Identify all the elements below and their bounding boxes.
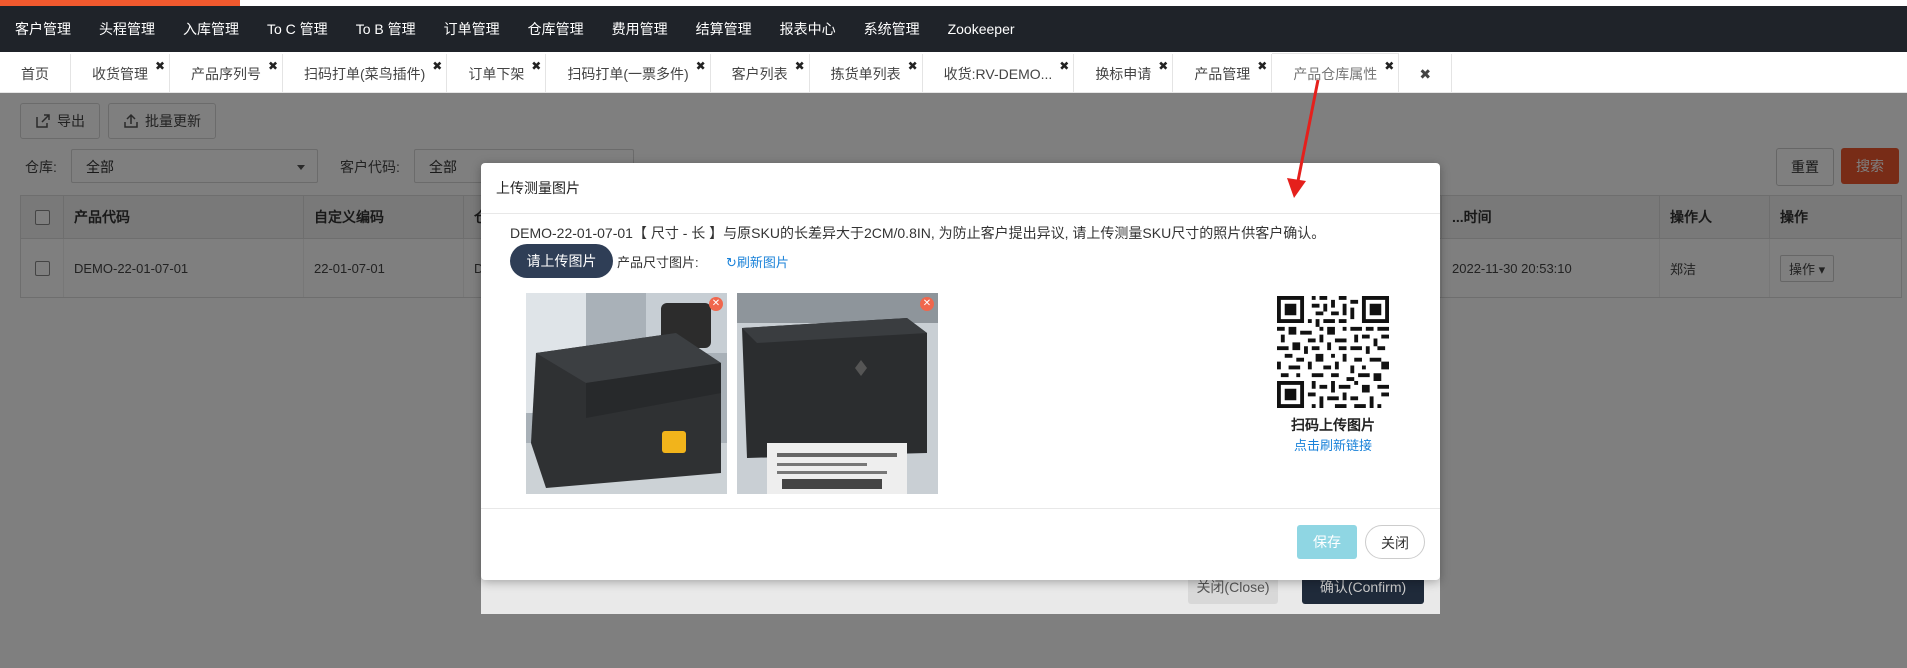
tab-label: 换标申请 xyxy=(1095,66,1152,82)
nav-item-headhaul[interactable]: 头程管理 xyxy=(85,19,169,39)
close-all-tabs-button[interactable]: ✖ xyxy=(1399,54,1453,92)
tab-label: 扫码打单(一票多件) xyxy=(567,66,689,82)
printer-photo-image xyxy=(526,293,727,494)
tab-close-icon[interactable]: ✖ xyxy=(1059,46,1069,86)
tab-scan-print-multi[interactable]: 扫码打单(一票多件) ✖ xyxy=(546,54,711,92)
top-navigation: 客户管理 头程管理 入库管理 To C 管理 To B 管理 订单管理 仓库管理… xyxy=(0,6,1907,52)
tab-label: 客户列表 xyxy=(731,66,788,82)
nav-item-system[interactable]: 系统管理 xyxy=(850,19,934,39)
save-button[interactable]: 保存 xyxy=(1297,525,1357,559)
nav-item-warehouse[interactable]: 仓库管理 xyxy=(514,19,598,39)
nav-item-zookeeper[interactable]: Zookeeper xyxy=(934,21,1029,37)
tab-label: 收货管理 xyxy=(92,66,148,82)
nav-item-orders[interactable]: 订单管理 xyxy=(430,19,514,39)
measurement-photo-1[interactable]: ✕ xyxy=(526,293,727,494)
refresh-icon: ↻ xyxy=(726,255,737,270)
nav-item-customer[interactable]: 客户管理 xyxy=(0,19,85,39)
upload-measurement-dialog: 上传测量图片 DEMO-22-01-07-01【 尺寸 - 长 】与原SKU的长… xyxy=(481,163,1440,580)
nav-item-reports[interactable]: 报表中心 xyxy=(766,19,850,39)
delete-photo-icon[interactable]: ✕ xyxy=(920,297,934,311)
tab-customer-list[interactable]: 客户列表 ✖ xyxy=(711,54,810,92)
tab-close-icon[interactable]: ✖ xyxy=(155,46,165,86)
nav-item-inbound[interactable]: 入库管理 xyxy=(169,19,253,39)
printer-photo-image xyxy=(737,293,938,494)
close-button[interactable]: 关闭 xyxy=(1365,525,1425,559)
nav-item-settlement[interactable]: 结算管理 xyxy=(682,19,766,39)
red-arrow-annotation xyxy=(1287,79,1320,198)
nav-item-fees[interactable]: 费用管理 xyxy=(598,19,682,39)
tab-order-picking[interactable]: 订单下架 ✖ xyxy=(447,54,547,92)
tab-pick-list[interactable]: 拣货单列表 ✖ xyxy=(810,54,923,92)
upload-image-button[interactable]: 请上传图片 xyxy=(510,244,613,278)
tab-close-icon[interactable]: ✖ xyxy=(908,46,918,86)
tab-label: 订单下架 xyxy=(468,66,525,82)
tab-label: 产品序列号 xyxy=(191,66,261,82)
tab-label: 产品管理 xyxy=(1194,66,1251,82)
qr-caption: 扫码上传图片 xyxy=(1291,417,1375,433)
tab-close-icon[interactable]: ✖ xyxy=(795,46,805,86)
tab-scan-print-cainiao[interactable]: 扫码打单(菜鸟插件) ✖ xyxy=(283,54,448,92)
tab-close-icon[interactable]: ✖ xyxy=(1257,46,1267,86)
measurement-photo-2[interactable]: ✕ xyxy=(737,293,938,494)
tab-home[interactable]: 首页 xyxy=(0,54,71,92)
tab-bar: 首页 收货管理 ✖ 产品序列号 ✖ 扫码打单(菜鸟插件) ✖ 订单下架 ✖ 扫码打单(一… xyxy=(0,52,1907,93)
tab-product-management[interactable]: 产品管理 ✖ xyxy=(1173,54,1273,92)
delete-photo-icon[interactable]: ✕ xyxy=(709,297,723,311)
tab-serial-numbers[interactable]: 产品序列号 ✖ xyxy=(170,54,283,92)
qr-code-icon[interactable] xyxy=(1277,296,1389,408)
dialog-message: DEMO-22-01-07-01【 尺寸 - 长 】与原SKU的长差异大于2CM… xyxy=(510,225,1326,241)
nav-item-toc[interactable]: To C 管理 xyxy=(253,19,342,39)
tab-label: 收货:RV-DEMO... xyxy=(943,66,1053,82)
refresh-images-label: 刷新图片 xyxy=(736,255,789,270)
tab-close-icon[interactable]: ✖ xyxy=(696,46,706,86)
tab-close-icon[interactable]: ✖ xyxy=(531,46,541,86)
dialog-footer: 保存 关闭 xyxy=(481,508,1440,581)
tab-receiving[interactable]: 收货管理 ✖ xyxy=(71,54,170,92)
tab-close-icon[interactable]: ✖ xyxy=(268,46,278,86)
refresh-images-link[interactable]: ↻刷新图片 xyxy=(726,252,789,271)
tab-label: 首页 xyxy=(21,66,49,82)
tab-close-icon[interactable]: ✖ xyxy=(1384,46,1394,86)
tab-receiving-demo[interactable]: 收货:RV-DEMO... ✖ xyxy=(923,54,1075,92)
tab-label: 拣货单列表 xyxy=(830,66,901,82)
tab-relabel-request[interactable]: 换标申请 ✖ xyxy=(1074,54,1174,92)
tab-label: 扫码打单(菜鸟插件) xyxy=(304,66,426,82)
tab-close-icon[interactable]: ✖ xyxy=(1158,46,1168,86)
qr-refresh-link[interactable]: 点击刷新链接 xyxy=(1270,435,1396,454)
nav-item-tob[interactable]: To B 管理 xyxy=(342,19,430,39)
tab-close-icon[interactable]: ✖ xyxy=(432,46,442,86)
product-size-images-label: 产品尺寸图片: xyxy=(617,255,699,270)
